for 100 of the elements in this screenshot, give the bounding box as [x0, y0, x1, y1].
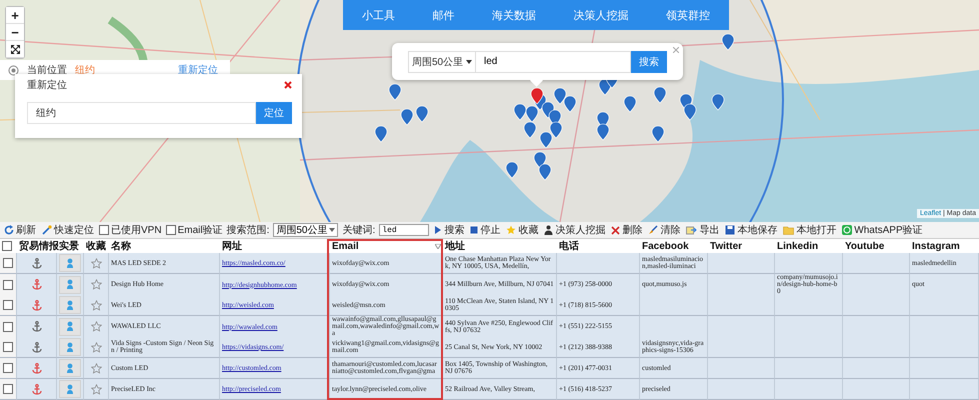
row-checkbox[interactable]: [3, 300, 13, 310]
table-cell: [843, 379, 910, 400]
map-pin-icon[interactable]: [722, 34, 734, 50]
map-pin-icon[interactable]: [596, 124, 610, 140]
toolbar-button[interactable]: 删除: [610, 223, 644, 237]
table-cell: [843, 274, 910, 296]
table-cell: [775, 316, 843, 338]
row-checkbox[interactable]: [3, 384, 13, 394]
map-pin-icon[interactable]: [550, 122, 562, 138]
location-city: 纽约: [75, 64, 95, 77]
refresh-button[interactable]: 刷新: [3, 223, 37, 237]
map-pin-icon[interactable]: [652, 126, 664, 142]
column-header: Email: [332, 240, 359, 252]
row-checkbox[interactable]: [3, 342, 13, 352]
map-pin-icon[interactable]: [540, 132, 552, 148]
favorite-star-icon[interactable]: [90, 362, 102, 374]
favorite-star-icon[interactable]: [90, 300, 102, 310]
anchor-icon[interactable]: [32, 258, 42, 268]
toolbar-button[interactable]: 收藏: [505, 223, 540, 237]
table-cell: [775, 295, 843, 316]
nav-item[interactable]: 领英群控: [662, 6, 714, 24]
table-cell: [775, 358, 843, 379]
map-pin-icon[interactable]: [506, 162, 518, 178]
anchor-icon[interactable]: [32, 300, 42, 310]
map-pin-icon[interactable]: [416, 106, 428, 122]
stop-icon: [470, 226, 478, 234]
zoom-in-button[interactable]: +: [6, 7, 24, 24]
city-input[interactable]: 纽约: [27, 102, 256, 124]
locate-button[interactable]: 定位: [256, 102, 292, 124]
person-icon: [66, 321, 74, 332]
table-cell: [843, 295, 910, 316]
table-cell: [910, 295, 979, 316]
keyword-input[interactable]: led: [476, 50, 631, 72]
map-pin-icon[interactable]: [654, 86, 666, 104]
person-icon: [66, 258, 74, 268]
keyword-input[interactable]: led: [379, 224, 430, 236]
map-pin-icon[interactable]: [526, 106, 538, 122]
close-icon[interactable]: [284, 81, 292, 89]
favorite-star-icon[interactable]: [90, 342, 102, 352]
map-pin-icon[interactable]: [514, 104, 526, 120]
nav-item[interactable]: 海关数据: [488, 6, 540, 24]
toolbar-button[interactable]: 停止: [469, 223, 502, 237]
map-pin-icon[interactable]: [374, 126, 388, 142]
favorite-star-icon[interactable]: [90, 258, 102, 268]
range-select[interactable]: 周围50公里: [408, 50, 476, 72]
filter-icon[interactable]: [435, 244, 441, 248]
person-icon: [66, 362, 74, 374]
anchor-icon[interactable]: [32, 384, 42, 394]
refresh-icon: [4, 225, 14, 235]
map-pin-icon[interactable]: [712, 94, 724, 110]
table-cell: [640, 295, 708, 316]
map-pin-icon[interactable]: [554, 88, 566, 104]
map-pin-icon[interactable]: [388, 84, 402, 100]
anchor-icon[interactable]: [32, 279, 42, 290]
nav-item[interactable]: 邮件: [428, 6, 458, 24]
table-cell: [708, 337, 775, 358]
map-pin-icon[interactable]: [400, 108, 414, 126]
toolbar-button[interactable]: 本地打开: [782, 223, 838, 237]
person-icon: [66, 279, 74, 290]
toolbar-button[interactable]: 决策人挖掘: [543, 223, 606, 237]
select-all-checkbox[interactable]: [2, 241, 12, 251]
row-checkbox[interactable]: [3, 363, 13, 373]
row-checkbox[interactable]: [3, 258, 13, 268]
anchor-icon[interactable]: [32, 342, 42, 352]
map-pin-icon[interactable]: [538, 164, 552, 180]
map-pin-icon[interactable]: [624, 96, 636, 112]
column-header: 网址: [221, 240, 243, 253]
location-label: 当前位置: [27, 64, 67, 77]
toolbar-button[interactable]: 搜索: [433, 223, 466, 237]
relocate-link[interactable]: 重新定位: [178, 63, 218, 77]
map-pin-icon[interactable]: [524, 122, 536, 138]
map-pin-icon[interactable]: [684, 104, 696, 120]
favorite-star-icon[interactable]: [90, 384, 102, 394]
table-cell: [843, 358, 910, 379]
table-cell: [843, 253, 910, 274]
row-checkbox[interactable]: [3, 280, 13, 290]
export-icon: [686, 225, 698, 235]
toolbar-button[interactable]: 导出: [685, 223, 720, 237]
toolbar-button[interactable]: WhatsAPP验证: [841, 223, 924, 237]
caret-icon: [329, 228, 336, 232]
map-pin-icon[interactable]: [534, 152, 546, 168]
delete-icon: [611, 226, 620, 234]
favorite-star-icon[interactable]: [90, 321, 102, 332]
anchor-icon[interactable]: [32, 321, 42, 332]
row-checkbox[interactable]: [3, 322, 13, 332]
nav-item[interactable]: 决策人挖掘: [570, 6, 633, 24]
quick-locate-button[interactable]: 快速定位: [41, 223, 95, 237]
toolbar-button[interactable]: 本地保存: [724, 223, 778, 237]
nav-item[interactable]: 小工具: [358, 6, 399, 24]
favorite-star-icon[interactable]: [90, 279, 102, 290]
person-icon: [544, 225, 554, 235]
map-pin-icon[interactable]: [564, 96, 576, 112]
vpn-checkbox[interactable]: [99, 225, 109, 235]
search-button[interactable]: 搜索: [631, 50, 667, 72]
email-verify-checkbox[interactable]: [166, 225, 176, 235]
column-header: Twitter: [709, 240, 744, 253]
table-cell: [775, 253, 843, 274]
anchor-icon[interactable]: [32, 362, 42, 374]
toolbar-button[interactable]: 清除: [647, 223, 682, 237]
range-select[interactable]: 周围50公里: [273, 223, 338, 237]
